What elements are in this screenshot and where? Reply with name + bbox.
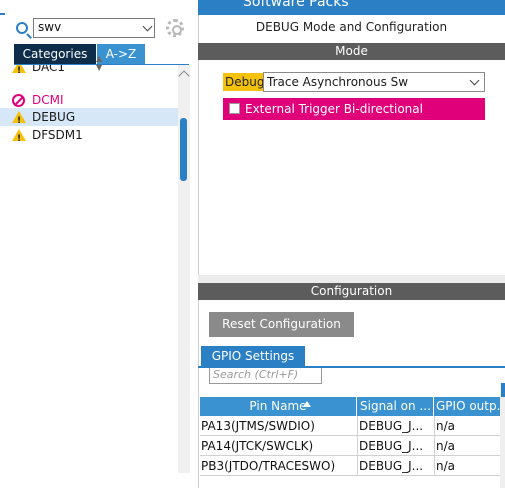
- peripheral-list: DAC1 DCMI DEBUG DFSDM1: [0, 65, 178, 473]
- list-item-label: DCMI: [32, 93, 64, 107]
- column-header-gpio-output[interactable]: GPIO outp...: [434, 397, 505, 416]
- table-header: Pin Name Signal on ... GPIO outp...: [200, 397, 505, 416]
- checkbox[interactable]: [229, 103, 240, 114]
- list-item[interactable]: DCMI: [0, 91, 178, 109]
- gpio-search-input[interactable]: Search (Ctrl+F): [209, 368, 322, 384]
- cell-gpio-output: n/a: [434, 456, 505, 476]
- tab-categories[interactable]: Categories: [14, 44, 96, 64]
- table-row[interactable]: PB3(JTDO/TRACESWO) DEBUG_J... n/a: [200, 456, 505, 476]
- tab-a-z[interactable]: A->Z: [97, 44, 145, 64]
- header-label: Pin Name: [249, 399, 307, 413]
- column-header-signal[interactable]: Signal on ...: [357, 397, 433, 416]
- right-scrollbar-track[interactable]: [500, 383, 505, 488]
- gear-icon[interactable]: [166, 19, 184, 37]
- warning-icon: [12, 129, 26, 148]
- software-packs-banner[interactable]: Software Packs: [198, 0, 505, 15]
- cell-signal: DEBUG_J...: [357, 416, 433, 436]
- splitter[interactable]: [198, 275, 505, 283]
- table-row[interactable]: PA13(JTMS/SWDIO) DEBUG_J... n/a: [200, 416, 505, 436]
- configuration-header: Configuration: [198, 283, 505, 300]
- list-item-label: DEBUG: [32, 110, 76, 124]
- external-trigger-label: External Trigger Bi-directional: [245, 102, 423, 116]
- mode-header: Mode: [198, 43, 505, 60]
- cell-gpio-output: n/a: [434, 416, 505, 436]
- search-icon: [16, 22, 28, 34]
- list-item[interactable]: DAC1: [0, 65, 178, 80]
- cell-gpio-output: n/a: [434, 436, 505, 456]
- list-item-label: DAC1: [32, 65, 66, 74]
- chevron-down-icon[interactable]: [142, 21, 153, 32]
- external-trigger-checkbox-row[interactable]: External Trigger Bi-directional: [223, 98, 485, 120]
- sort-asc-icon: [303, 401, 311, 407]
- search-value: swv: [38, 20, 62, 34]
- cell-pin-name: PB3(JTDO/TRACESWO): [201, 459, 336, 473]
- warning-icon: [12, 65, 26, 80]
- sort-icon[interactable]: ▲ ▼: [96, 54, 102, 72]
- search-input[interactable]: swv: [33, 18, 155, 38]
- warning-icon: [12, 111, 26, 130]
- page-title: DEBUG Mode and Configuration: [255, 20, 448, 34]
- debug-mode-value: Trace Asynchronous Sw: [267, 75, 409, 89]
- cell-pin-name: PA14(JTCK/SWCLK): [201, 439, 314, 453]
- cell-signal: DEBUG_J...: [357, 456, 433, 476]
- software-packs-label: Software Packs: [243, 0, 349, 10]
- debug-mode-select[interactable]: Trace Asynchronous Sw: [263, 72, 485, 92]
- right-scrollbar-thumb[interactable]: [501, 383, 505, 397]
- list-item-label: DFSDM1: [32, 128, 83, 142]
- block-icon: [12, 94, 25, 107]
- column-header-pin-name[interactable]: Pin Name: [200, 397, 356, 416]
- chevron-down-icon[interactable]: [469, 75, 480, 86]
- table-row[interactable]: PA14(JTCK/SWCLK) DEBUG_J... n/a: [200, 436, 505, 456]
- left-scrollbar-thumb[interactable]: [180, 118, 187, 181]
- tab-gpio-settings[interactable]: GPIO Settings: [201, 346, 305, 366]
- list-item-selected[interactable]: DEBUG: [0, 108, 178, 130]
- debug-label: Debug: [223, 73, 267, 91]
- reset-configuration-button[interactable]: Reset Configuration: [209, 312, 354, 337]
- list-item[interactable]: DFSDM1: [0, 126, 178, 148]
- cell-pin-name: PA13(JTMS/SWDIO): [201, 419, 315, 433]
- cell-signal: DEBUG_J...: [357, 436, 433, 456]
